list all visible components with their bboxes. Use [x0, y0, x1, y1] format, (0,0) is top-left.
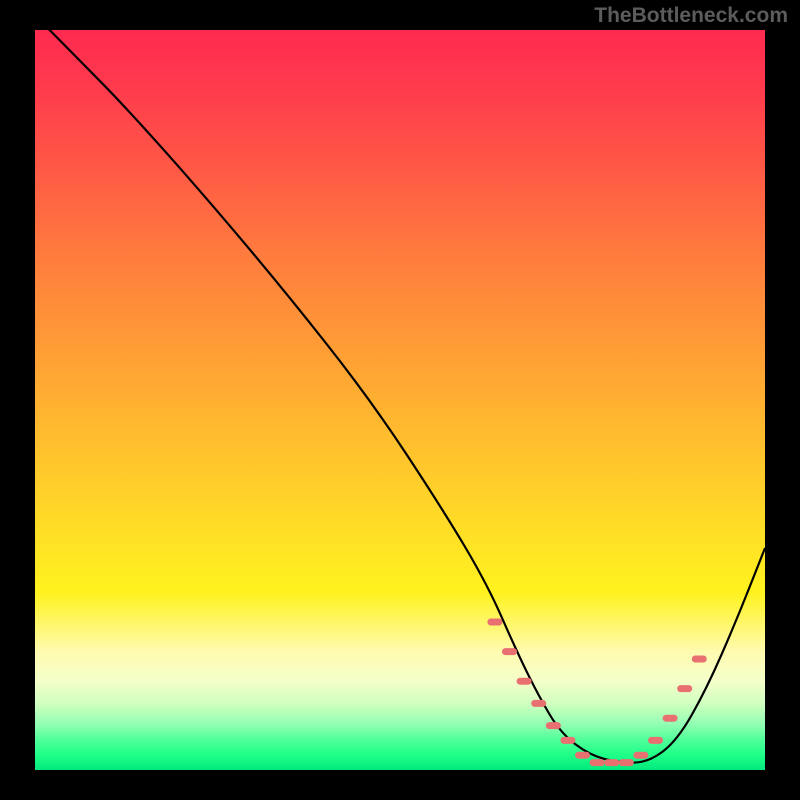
chart-plot-area — [35, 30, 765, 770]
chart-curve — [35, 30, 765, 770]
watermark-text: TheBottleneck.com — [594, 4, 788, 28]
